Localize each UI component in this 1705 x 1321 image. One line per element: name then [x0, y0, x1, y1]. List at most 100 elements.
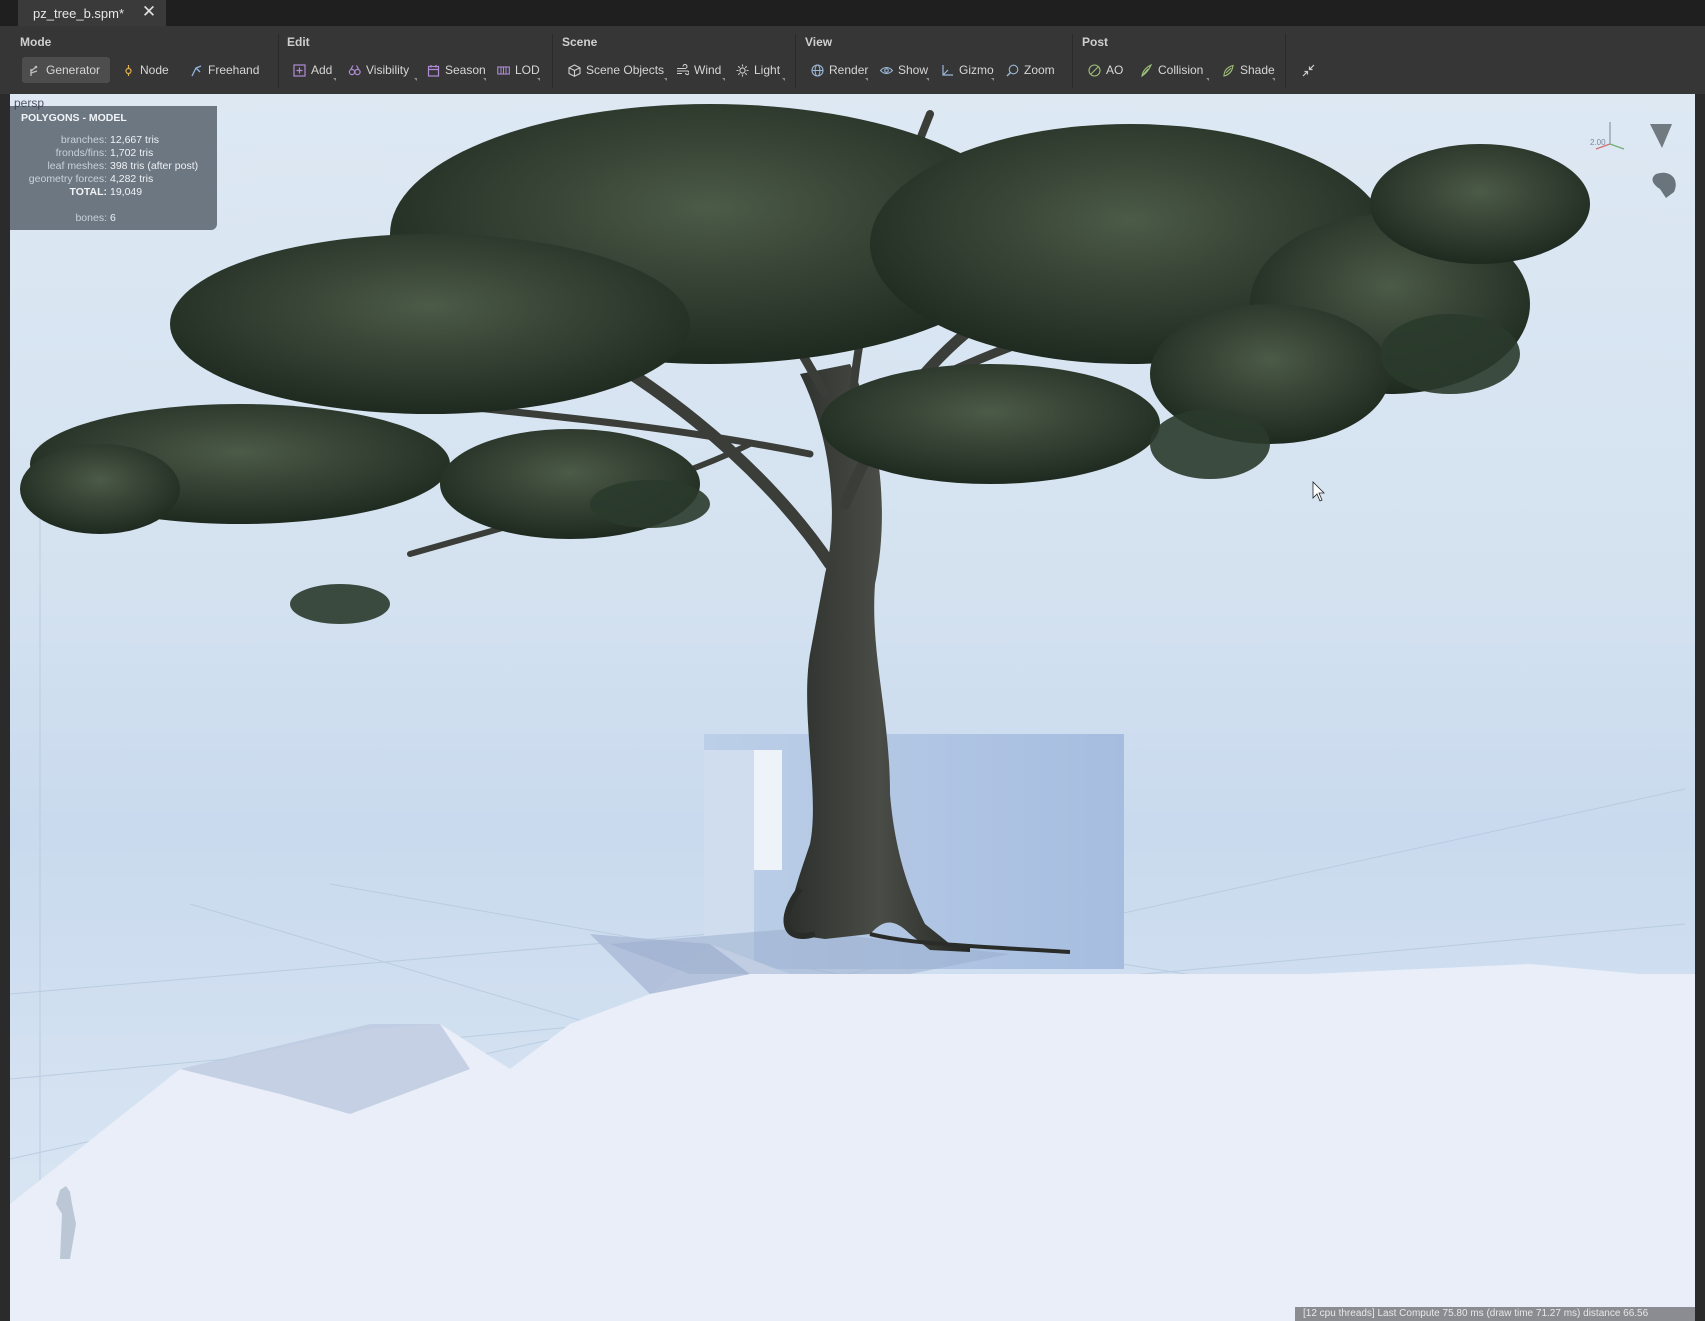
- stats-row: fronds/fins: 1,702 tris: [10, 147, 217, 160]
- lod-icon: [497, 64, 510, 77]
- separator: [552, 34, 553, 88]
- node-icon: [122, 64, 135, 77]
- collapse-icon: [1302, 64, 1315, 77]
- stats-key: geometry forces:: [28, 173, 107, 185]
- shade-icon: [1222, 64, 1235, 77]
- stats-value: 398 tris (after post): [110, 160, 199, 172]
- zoom-button[interactable]: Zoom: [1000, 57, 1058, 83]
- eye-icon: [879, 64, 894, 77]
- tree-foliage: [20, 104, 1590, 539]
- stats-row-total: TOTAL: 19,049: [10, 186, 217, 199]
- dropdown-arrow-icon: [414, 78, 417, 81]
- collision-label: Collision: [1158, 63, 1204, 77]
- wind-label: Wind: [694, 63, 722, 77]
- zoom-icon: [1006, 64, 1019, 77]
- gizmo-button[interactable]: Gizmo: [935, 57, 995, 83]
- lod-button[interactable]: LOD: [491, 57, 541, 83]
- edit-group-title: Edit: [287, 35, 310, 49]
- visibility-button[interactable]: Visibility: [342, 57, 418, 83]
- stats-value: 19,049: [110, 186, 143, 198]
- document-tab-title: pz_tree_b.spm*: [33, 5, 125, 21]
- gizmo-scale-label: 2.00: [1590, 138, 1606, 147]
- stats-key: branches:: [60, 134, 107, 146]
- season-label: Season: [445, 63, 486, 77]
- visibility-icon: [348, 64, 361, 77]
- stats-value: 6: [110, 212, 116, 224]
- scene-objects-button[interactable]: Scene Objects: [562, 57, 668, 83]
- collapse-toolbar-button[interactable]: [1296, 57, 1322, 83]
- ao-icon: [1088, 63, 1101, 77]
- stats-key: leaf meshes:: [47, 160, 107, 172]
- generator-button[interactable]: Generator: [22, 57, 110, 83]
- stats-value: 4,282 tris: [110, 173, 154, 185]
- stats-key: bones:: [75, 212, 107, 224]
- dropdown-arrow-icon: [333, 78, 336, 81]
- season-icon: [427, 64, 440, 77]
- dropdown-arrow-icon: [722, 78, 725, 81]
- tab-bar: pz_tree_b.spm* ✕: [0, 0, 1705, 26]
- shade-label: Shade: [1240, 63, 1275, 77]
- view-group-title: View: [805, 35, 833, 49]
- edit-group: Edit Add Visibility Season LOD: [287, 26, 547, 94]
- mouse-cursor-icon: [1312, 481, 1325, 502]
- wind-icon: [676, 63, 690, 77]
- dropdown-arrow-icon: [537, 78, 540, 81]
- wind-button[interactable]: Wind: [670, 57, 726, 83]
- generator-icon: [28, 64, 41, 77]
- node-button[interactable]: Node: [116, 57, 176, 83]
- dropdown-arrow-icon: [1206, 78, 1209, 81]
- add-button[interactable]: Add: [287, 57, 337, 83]
- cube-icon: [568, 63, 581, 77]
- document-tab[interactable]: pz_tree_b.spm* ✕: [18, 0, 166, 26]
- 3d-viewport[interactable]: persp POLYGONS - MODEL branches: 12,667 …: [10, 94, 1695, 1321]
- shade-button[interactable]: Shade: [1216, 57, 1276, 83]
- orientation-gizmo: [1595, 122, 1676, 198]
- light-icon: [736, 64, 749, 77]
- render-label: Render: [829, 63, 869, 77]
- show-label: Show: [898, 63, 929, 77]
- mode-group: Mode Generator Node Freehand: [20, 26, 275, 94]
- visibility-label: Visibility: [366, 63, 410, 77]
- mode-group-title: Mode: [20, 35, 52, 49]
- stats-value: 12,667 tris: [110, 134, 160, 146]
- add-icon: [293, 63, 306, 77]
- polygon-stats-panel: POLYGONS - MODEL branches: 12,667 tris f…: [10, 106, 217, 230]
- scene-objects-label: Scene Objects: [586, 63, 665, 77]
- stats-value: 1,702 tris: [110, 147, 154, 159]
- collision-button[interactable]: Collision: [1134, 57, 1210, 83]
- add-label: Add: [311, 63, 333, 77]
- gizmo-icon: [941, 64, 954, 77]
- collision-icon: [1140, 63, 1153, 77]
- dropdown-arrow-icon: [1272, 78, 1275, 81]
- freehand-icon: [190, 64, 203, 77]
- post-group: Post AO Collision Shade: [1082, 26, 1282, 94]
- separator: [1072, 34, 1073, 88]
- freehand-button[interactable]: Freehand: [184, 57, 272, 83]
- dropdown-arrow-icon: [926, 78, 929, 81]
- view-group: View Render Show Gizmo Zoom: [805, 26, 1067, 94]
- separator: [795, 34, 796, 88]
- season-button[interactable]: Season: [421, 57, 487, 83]
- light-label: Light: [754, 63, 781, 77]
- stats-row: bones: 6: [10, 212, 217, 225]
- separator: [278, 34, 279, 88]
- render-button[interactable]: Render: [805, 57, 869, 83]
- dropdown-arrow-icon: [782, 78, 785, 81]
- freehand-label: Freehand: [208, 63, 260, 77]
- ao-label: AO: [1106, 63, 1124, 77]
- main-toolbar: Mode Generator Node Freehand Edit Add Vi…: [0, 26, 1705, 95]
- ao-button[interactable]: AO: [1082, 57, 1128, 83]
- lod-label: LOD: [515, 63, 540, 77]
- stats-row: geometry forces: 4,282 tris: [10, 173, 217, 186]
- stats-key: fronds/fins:: [55, 147, 107, 159]
- dropdown-arrow-icon: [865, 78, 868, 81]
- stats-title: POLYGONS - MODEL: [21, 112, 127, 124]
- close-icon[interactable]: ✕: [140, 3, 158, 21]
- post-group-title: Post: [1082, 35, 1109, 49]
- stats-row: leaf meshes: 398 tris (after post): [10, 160, 217, 173]
- scene-group-title: Scene: [562, 35, 598, 49]
- dropdown-arrow-icon: [664, 78, 667, 81]
- light-button[interactable]: Light: [730, 57, 786, 83]
- show-button[interactable]: Show: [874, 57, 930, 83]
- scene-group: Scene Scene Objects Wind Light: [562, 26, 798, 94]
